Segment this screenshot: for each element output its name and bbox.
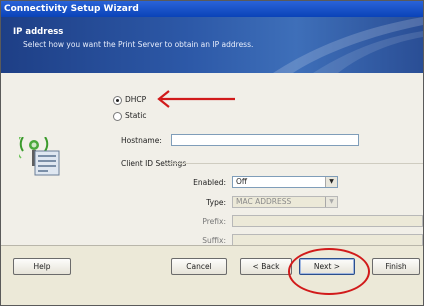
dhcp-radio[interactable]: [113, 96, 122, 105]
suffix-label: Suffix:: [202, 236, 226, 245]
hostname-input[interactable]: [171, 134, 359, 146]
back-button[interactable]: < Back: [240, 258, 292, 275]
wizard-window: Connectivity Setup Wizard IP address Sel…: [0, 0, 424, 306]
wizard-header-banner: IP address Select how you want the Print…: [1, 17, 423, 73]
cancel-button[interactable]: Cancel: [171, 258, 227, 275]
finish-button[interactable]: Finish: [372, 258, 420, 275]
annotation-circle: [288, 248, 370, 295]
hostname-label: Hostname:: [121, 136, 162, 145]
enabled-select-value: Off: [236, 177, 248, 186]
wizard-body: DHCP Static Hostname: Client ID Settings…: [1, 73, 423, 246]
annotation-arrow-icon: [157, 90, 235, 108]
type-label: Type:: [206, 198, 226, 207]
enabled-select[interactable]: Off ▼: [232, 176, 338, 188]
prefix-label: Prefix:: [202, 217, 226, 226]
dhcp-label[interactable]: DHCP: [125, 95, 146, 104]
type-select: MAC ADDRESS ▼: [232, 196, 338, 208]
type-select-value: MAC ADDRESS: [236, 197, 292, 206]
static-radio[interactable]: [113, 112, 122, 121]
banner-swoosh-decoration: [273, 17, 423, 73]
dropdown-arrow-icon: ▼: [325, 197, 337, 207]
dropdown-arrow-icon[interactable]: ▼: [325, 177, 337, 187]
window-title: Connectivity Setup Wizard: [4, 4, 139, 14]
group-divider: [165, 163, 423, 164]
help-button[interactable]: Help: [13, 258, 71, 275]
window-titlebar[interactable]: Connectivity Setup Wizard: [1, 1, 423, 17]
enabled-label: Enabled:: [193, 178, 226, 187]
static-label[interactable]: Static: [125, 111, 146, 120]
network-wireless-icon: [19, 137, 60, 176]
dhcp-radio-dot: [116, 99, 119, 102]
header-subtitle: Select how you want the Print Server to …: [23, 40, 254, 49]
header-title: IP address: [13, 27, 64, 37]
prefix-input: [232, 215, 423, 227]
